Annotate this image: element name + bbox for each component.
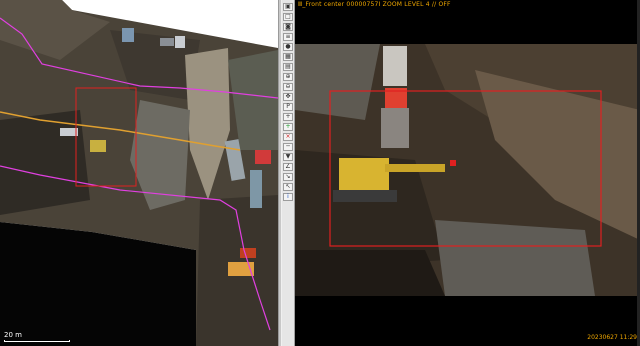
viewer-info-label: Ⅲ_Front center 00000757I ZOOM LEVEL 4 //…	[298, 1, 451, 8]
camera-glyph: ◙	[285, 23, 291, 30]
marker-glyph: ▼	[285, 153, 291, 160]
zoom-out-icon[interactable]: ⊖	[283, 83, 293, 91]
record-glyph: ●	[285, 43, 291, 50]
measure-glyph: ↘	[285, 173, 291, 180]
close-red-icon[interactable]: ×	[283, 133, 293, 141]
record-icon[interactable]: ●	[283, 43, 293, 51]
zoom-out-glyph: ⊖	[285, 83, 291, 90]
angle-icon[interactable]: ∠	[283, 163, 293, 171]
plus-icon[interactable]: +	[283, 113, 293, 121]
scale-line	[4, 340, 70, 342]
vertical-toolbar: ▣ □ ◙ ≡ ● ▦ ▤ ⊕ ⊖ ✥ P + + × ─ ▼ ∠ ↘ ↖ i	[282, 0, 295, 346]
image-glyph: ▤	[285, 63, 291, 70]
marker-icon[interactable]: ▼	[283, 153, 293, 161]
info-icon[interactable]: i	[283, 193, 293, 201]
camera-icon[interactable]: ◙	[283, 23, 293, 31]
image-icon[interactable]: ▤	[283, 63, 293, 71]
add-green-glyph: +	[285, 123, 291, 130]
grid-glyph: ▦	[285, 53, 291, 60]
pointer-glyph: ↖	[285, 183, 291, 190]
close-red-glyph: ×	[285, 133, 291, 140]
save-glyph: ▣	[285, 3, 291, 10]
save-icon[interactable]: ▣	[283, 3, 293, 11]
zoom-in-icon[interactable]: ⊕	[283, 73, 293, 81]
measure-icon[interactable]: ↘	[283, 173, 293, 181]
print-icon[interactable]: P	[283, 103, 293, 111]
oblique-image-viewer[interactable]: Ⅲ_Front center 00000757I ZOOM LEVEL 4 //…	[295, 0, 640, 346]
print-glyph: P	[286, 103, 290, 110]
excavator	[339, 158, 389, 192]
info-glyph: i	[287, 193, 289, 200]
window-glyph: □	[285, 13, 291, 20]
grid-icon[interactable]: ▦	[283, 53, 293, 61]
capture-timestamp: 20230627 11:29	[587, 334, 637, 341]
scale-label: 20 m	[4, 331, 22, 339]
oblique-image-canvas[interactable]	[295, 0, 640, 346]
pointer-icon[interactable]: ↖	[283, 183, 293, 191]
window-icon[interactable]: □	[283, 13, 293, 21]
map-scale-bar: 20 m	[4, 331, 70, 342]
angle-glyph: ∠	[285, 163, 291, 170]
add-green-icon[interactable]: +	[283, 123, 293, 131]
line-glyph: ─	[286, 143, 290, 150]
orthophoto-map-view[interactable]: 20 m	[0, 0, 278, 346]
plus-glyph: +	[285, 113, 291, 120]
zoom-in-glyph: ⊕	[285, 73, 291, 80]
pan-icon[interactable]: ✥	[283, 93, 293, 101]
list-glyph: ≡	[285, 33, 291, 40]
pan-glyph: ✥	[285, 93, 291, 100]
list-icon[interactable]: ≡	[283, 33, 293, 41]
map-canvas[interactable]	[0, 0, 278, 346]
line-icon[interactable]: ─	[283, 143, 293, 151]
